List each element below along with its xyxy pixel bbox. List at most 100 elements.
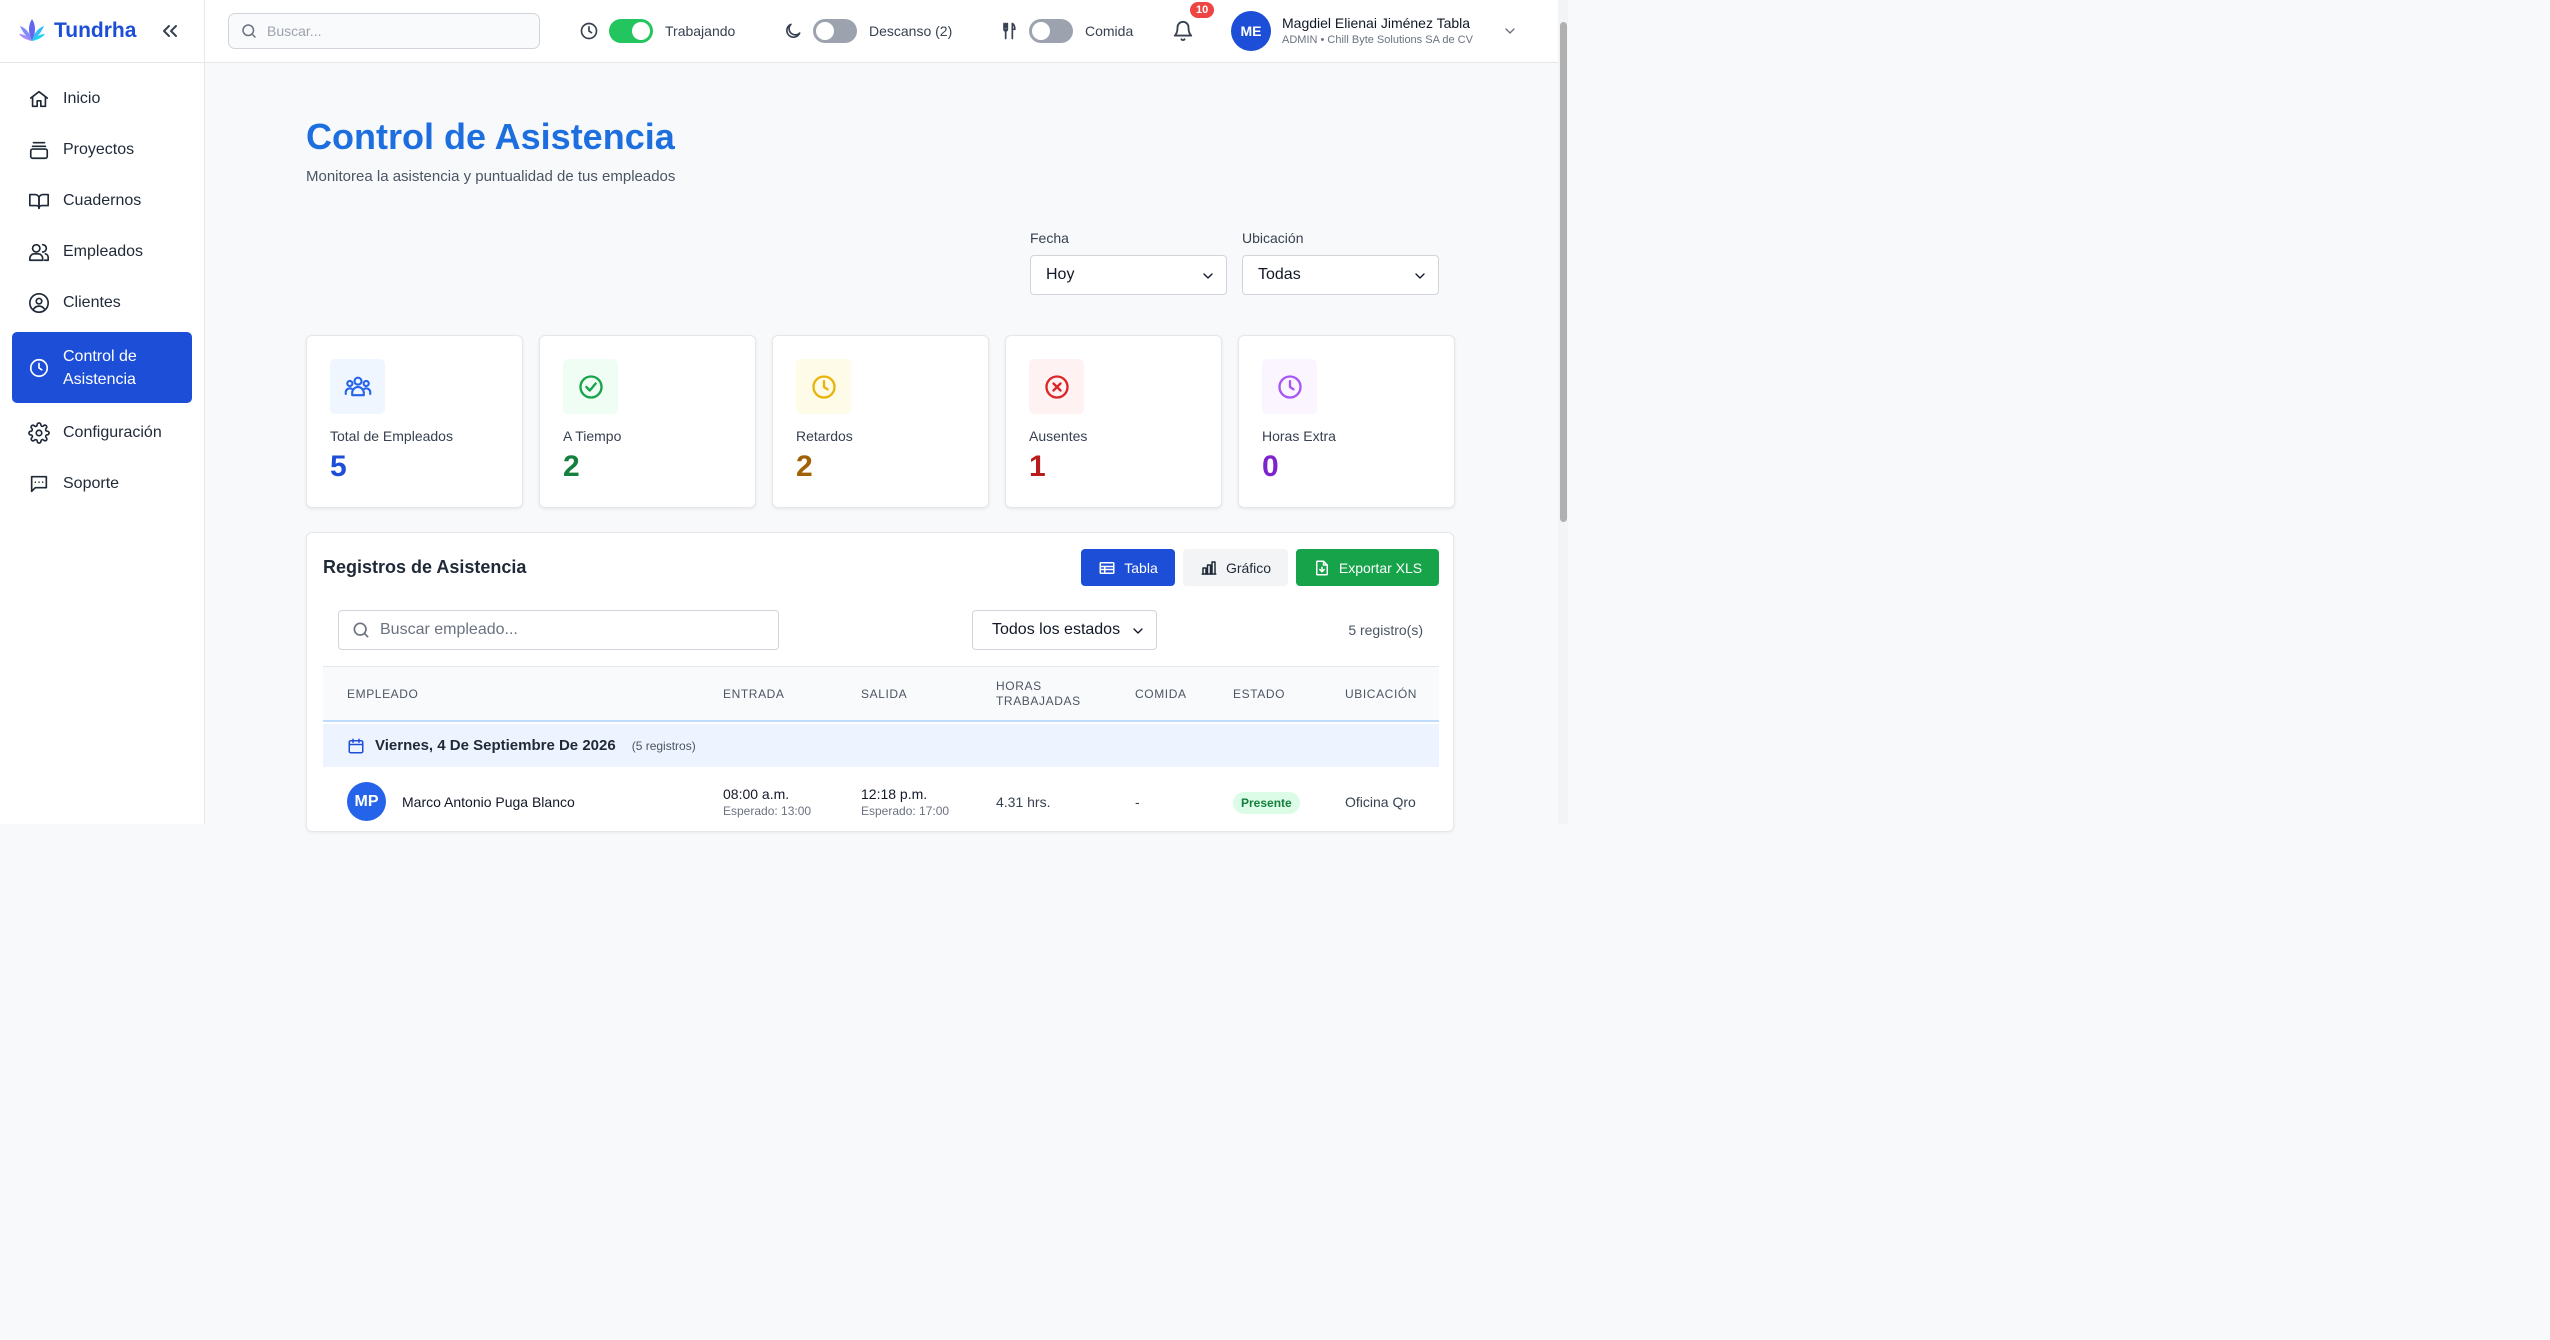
employee-search-input[interactable] xyxy=(380,621,770,639)
page-subtitle: Monitorea la asistencia y puntualidad de… xyxy=(306,168,676,185)
user-circle-icon xyxy=(29,292,49,313)
page-title: Control de Asistencia xyxy=(306,116,675,157)
export-xls-button[interactable]: Exportar XLS xyxy=(1296,549,1439,586)
attendance-records-panel: Registros de Asistencia Tabla Gráfico Ex… xyxy=(306,532,1454,832)
x-circle-icon xyxy=(1044,374,1069,399)
chevron-down-icon xyxy=(1133,628,1143,634)
status-lunch: Comida xyxy=(999,18,1133,44)
stat-value: 2 xyxy=(796,450,813,483)
sidebar-item-label: Clientes xyxy=(63,294,121,311)
sidebar-item-configuracion[interactable]: Configuración xyxy=(12,411,192,454)
lunch-value: - xyxy=(1135,794,1140,810)
column-header-lunch[interactable]: COMIDA xyxy=(1135,687,1187,702)
location-filter-value: Todas xyxy=(1258,266,1301,283)
sidebar-item-inicio[interactable]: Inicio xyxy=(12,77,192,120)
stat-label: Retardos xyxy=(796,428,853,444)
column-header-hours-line2: TRABAJADAS xyxy=(996,694,1081,708)
chart-view-button[interactable]: Gráfico xyxy=(1183,549,1288,586)
column-header-employee[interactable]: EMPLEADO xyxy=(347,687,419,702)
table-row[interactable]: MP Marco Antonio Puga Blanco 08:00 a.m. … xyxy=(323,767,1439,837)
stat-icon-box xyxy=(1029,359,1084,414)
export-xls-label: Exportar XLS xyxy=(1338,559,1423,576)
sidebar-item-empleados[interactable]: Empleados xyxy=(12,230,192,273)
date-group-row[interactable]: Viernes, 4 De Septiembre De 2026 (5 regi… xyxy=(323,724,1439,767)
chat-icon xyxy=(30,475,48,492)
page-scrollbar[interactable] xyxy=(1558,0,1568,824)
date-filter-select[interactable]: Hoy xyxy=(1030,255,1227,295)
sidebar-item-cuadernos[interactable]: Cuadernos xyxy=(12,179,192,222)
bar-chart-icon xyxy=(1201,560,1217,575)
column-header-location[interactable]: UBICACIÓN xyxy=(1345,687,1417,702)
stat-card-total-employees: Total de Empleados 5 xyxy=(306,335,523,508)
stat-icon-box xyxy=(330,359,385,414)
notification-badge: 10 xyxy=(1190,2,1215,18)
global-search[interactable] xyxy=(228,13,540,49)
sidebar-item-label: Configuración xyxy=(63,424,162,441)
status-filter-select[interactable]: Todos los estados xyxy=(972,610,1157,650)
group-date: Viernes, 4 De Septiembre De 2026 xyxy=(375,737,616,754)
topbar: Trabajando Descanso (2) Comida 10 ME Mag… xyxy=(205,0,1558,63)
sidebar-item-control-de-asistencia[interactable]: Control de Asistencia xyxy=(12,332,192,403)
lunch-toggle[interactable] xyxy=(1029,19,1073,43)
gear-icon xyxy=(28,421,50,444)
break-label: Descanso (2) xyxy=(869,23,953,39)
sidebar-item-clientes[interactable]: Clientes xyxy=(12,281,192,324)
table-header: EMPLEADO ENTRADA SALIDA HORAS TRABAJADAS… xyxy=(323,666,1439,722)
location-filter-label: Ubicación xyxy=(1242,230,1304,246)
user-avatar[interactable]: ME xyxy=(1231,11,1271,51)
employee-avatar: MP xyxy=(347,782,386,821)
column-header-status[interactable]: ESTADO xyxy=(1233,687,1285,702)
table-view-button[interactable]: Tabla xyxy=(1081,549,1175,586)
sidebar-item-proyectos[interactable]: Proyectos xyxy=(12,128,192,171)
status-badge: Presente xyxy=(1233,792,1300,814)
stat-value: 1 xyxy=(1029,450,1046,483)
calendar-icon xyxy=(348,738,364,753)
global-search-input[interactable] xyxy=(267,23,527,39)
file-download-icon xyxy=(1315,560,1328,575)
working-toggle[interactable] xyxy=(609,19,653,43)
bell-icon[interactable] xyxy=(1172,20,1194,42)
stat-icon-box xyxy=(1262,359,1317,414)
sidebar-item-soporte[interactable]: Soporte xyxy=(12,462,192,505)
working-label: Trabajando xyxy=(665,23,736,39)
scrollbar-thumb[interactable] xyxy=(1560,22,1567,522)
exit-time: 12:18 p.m. xyxy=(861,786,928,802)
table-view-label: Tabla xyxy=(1124,559,1158,576)
collapse-sidebar-icon[interactable] xyxy=(158,19,182,43)
chevron-down-icon[interactable] xyxy=(1502,23,1518,39)
employee-search[interactable] xyxy=(338,610,779,650)
column-header-hours[interactable]: HORAS TRABAJADAS xyxy=(996,679,1081,709)
stat-icon-box xyxy=(563,359,618,414)
status-working: Trabajando xyxy=(579,18,735,44)
status-filter-value: Todos los estados xyxy=(992,621,1121,638)
sidebar-item-label: Cuadernos xyxy=(63,192,142,209)
clock-icon xyxy=(1277,374,1302,399)
hours-worked: 4.31 hrs. xyxy=(996,794,1051,810)
user-name[interactable]: Magdiel Elienai Jiménez Tabla xyxy=(1282,15,1470,31)
break-toggle[interactable] xyxy=(813,19,857,43)
status-break: Descanso (2) xyxy=(783,18,952,44)
column-header-exit[interactable]: SALIDA xyxy=(861,687,907,702)
stat-label: Total de Empleados xyxy=(330,428,453,444)
stat-label: Ausentes xyxy=(1029,428,1088,444)
toggle-knob xyxy=(632,22,650,40)
stat-label: A Tiempo xyxy=(563,428,622,444)
group-count: (5 registros) xyxy=(631,738,696,753)
brand-name: Tundrha xyxy=(54,19,137,42)
toggle-knob xyxy=(816,22,834,40)
table-icon xyxy=(1099,561,1115,574)
stat-card-on-time: A Tiempo 2 xyxy=(539,335,756,508)
home-icon xyxy=(29,90,49,107)
stat-label: Horas Extra xyxy=(1262,428,1336,444)
chevron-down-icon xyxy=(1415,273,1425,279)
stat-value: 2 xyxy=(563,450,580,483)
column-header-entry[interactable]: ENTRADA xyxy=(723,687,785,702)
chart-view-label: Gráfico xyxy=(1225,559,1272,576)
check-circle-icon xyxy=(578,374,603,399)
brand: Tundrha xyxy=(0,0,204,63)
utensils-icon xyxy=(1003,22,1016,40)
folder-icon xyxy=(29,141,49,159)
sidebar-item-label: Control de Asistencia xyxy=(63,347,137,388)
entry-expected: Esperado: 13:00 xyxy=(723,804,812,818)
location-filter-select[interactable]: Todas xyxy=(1242,255,1439,295)
